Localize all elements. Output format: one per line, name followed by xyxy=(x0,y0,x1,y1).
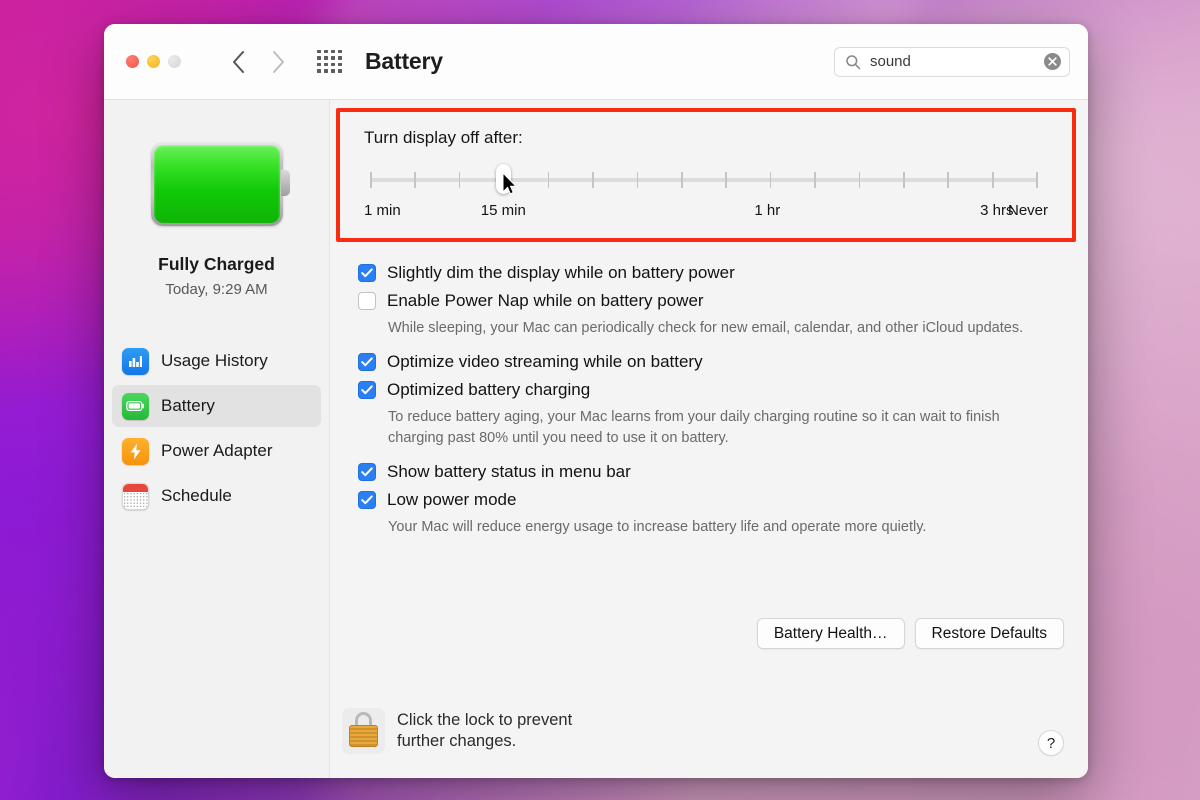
traffic-lights xyxy=(126,55,181,68)
option-label: Slightly dim the display while on batter… xyxy=(387,263,735,282)
zoom-button xyxy=(168,55,181,68)
option-label: Enable Power Nap while on battery power xyxy=(387,290,704,310)
window-titlebar: Battery xyxy=(104,24,1088,100)
option-label: Optimized battery charging xyxy=(387,379,591,399)
checkbox-checked-icon[interactable] xyxy=(358,264,376,282)
battery-status-title: Fully Charged xyxy=(158,254,275,274)
page-title: Battery xyxy=(365,48,443,74)
schedule-calendar-icon xyxy=(122,482,149,510)
battery-health-button[interactable]: Battery Health… xyxy=(756,618,905,649)
option-row[interactable]: Optimized battery charging xyxy=(358,379,1064,402)
option-label: Low power mode xyxy=(387,489,517,509)
lock-row[interactable]: Click the lock to prevent further changes… xyxy=(342,708,572,754)
slider-ticks xyxy=(370,172,1038,188)
option-description: While sleeping, your Mac can periodicall… xyxy=(388,319,1024,336)
search-icon xyxy=(845,54,861,70)
option-label: Optimize video streaming while on batter… xyxy=(387,351,703,371)
close-button[interactable] xyxy=(126,55,139,68)
footer-buttons: Battery Health… Restore Defaults xyxy=(756,618,1064,649)
sidebar: Fully Charged Today, 9:29 AM Usage Histo… xyxy=(104,100,330,778)
sidebar-item-battery[interactable]: Battery xyxy=(112,385,321,427)
minimize-button[interactable] xyxy=(147,55,160,68)
lock-message: Click the lock to prevent further changes… xyxy=(397,710,573,750)
checkbox-checked-icon[interactable] xyxy=(358,352,376,371)
battery-status-time: Today, 9:29 AM xyxy=(165,281,268,298)
checkbox-unchecked-icon[interactable] xyxy=(358,291,376,310)
search-field[interactable] xyxy=(834,46,1070,77)
options-list: Slightly dim the display while on batter… xyxy=(330,242,1088,618)
search-input[interactable] xyxy=(870,53,1035,70)
display-sleep-label: Turn display off after: xyxy=(364,128,523,147)
option-description: Your Mac will reduce energy usage to inc… xyxy=(388,518,927,535)
power-adapter-icon xyxy=(122,437,149,465)
option-label: Show battery status in menu bar xyxy=(387,461,631,481)
battery-icon xyxy=(122,392,149,420)
lock-open-icon[interactable] xyxy=(342,708,385,754)
checkbox-checked-icon[interactable] xyxy=(358,490,376,509)
restore-defaults-button[interactable]: Restore Defaults xyxy=(914,618,1064,649)
sidebar-item-label: Battery xyxy=(161,396,215,415)
main-content: Turn display off after: 1 min 15 min 1 hr 3… xyxy=(330,100,1088,778)
slider-scale-labels: 1 min 15 min 1 hr 3 hrs Never xyxy=(364,202,1048,224)
battery-full-green-icon xyxy=(104,142,329,226)
option-description: To reduce battery aging, your Mac learns… xyxy=(388,408,1000,446)
option-row[interactable]: Optimize video streaming while on batter… xyxy=(358,351,1064,374)
checkbox-checked-icon[interactable] xyxy=(358,462,376,481)
option-row[interactable]: Low power mode xyxy=(358,489,1064,512)
slider-scale-label: Never xyxy=(1007,202,1048,219)
option-row[interactable]: Slightly dim the display while on batter… xyxy=(358,262,1064,285)
system-preferences-window: Battery Fully xyxy=(104,24,1088,778)
slider-scale-label: 1 hr xyxy=(754,202,781,219)
checkbox-checked-icon[interactable] xyxy=(358,380,376,399)
window-body: Fully Charged Today, 9:29 AM Usage Histo… xyxy=(104,100,1088,778)
sidebar-item-schedule[interactable]: Schedule xyxy=(112,475,321,517)
show-all-grid-icon[interactable] xyxy=(317,49,343,74)
desktop-wallpaper: Battery Fully xyxy=(0,0,1200,800)
slider-scale-label: 15 min xyxy=(480,202,526,219)
help-button[interactable]: ? xyxy=(1038,730,1064,756)
option-row[interactable]: Enable Power Nap while on battery power xyxy=(358,290,1064,313)
option-row[interactable]: Show battery status in menu bar xyxy=(358,461,1064,484)
sidebar-item-label: Usage History xyxy=(161,351,268,370)
usage-history-icon xyxy=(122,347,149,375)
sidebar-item-label: Schedule xyxy=(161,486,232,505)
sidebar-item-usage-history[interactable]: Usage History xyxy=(112,340,321,382)
slider-thumb[interactable] xyxy=(496,164,512,194)
sidebar-item-power-adapter[interactable]: Power Adapter xyxy=(112,430,321,472)
clear-circle-icon[interactable] xyxy=(1044,53,1061,70)
display-sleep-highlight-box: Turn display off after: 1 min 15 min 1 hr 3… xyxy=(336,108,1076,242)
display-sleep-slider[interactable] xyxy=(364,164,1048,194)
slider-scale-label: 1 min xyxy=(364,202,401,219)
chevron-right-icon xyxy=(267,47,289,77)
footer: Battery Health… Restore Defaults Click t… xyxy=(330,618,1088,778)
navigation-buttons xyxy=(227,47,289,77)
sidebar-nav: Usage History Battery Power Adapter Sche… xyxy=(104,340,329,520)
chevron-left-icon[interactable] xyxy=(227,47,249,77)
sidebar-item-label: Power Adapter xyxy=(161,441,273,460)
